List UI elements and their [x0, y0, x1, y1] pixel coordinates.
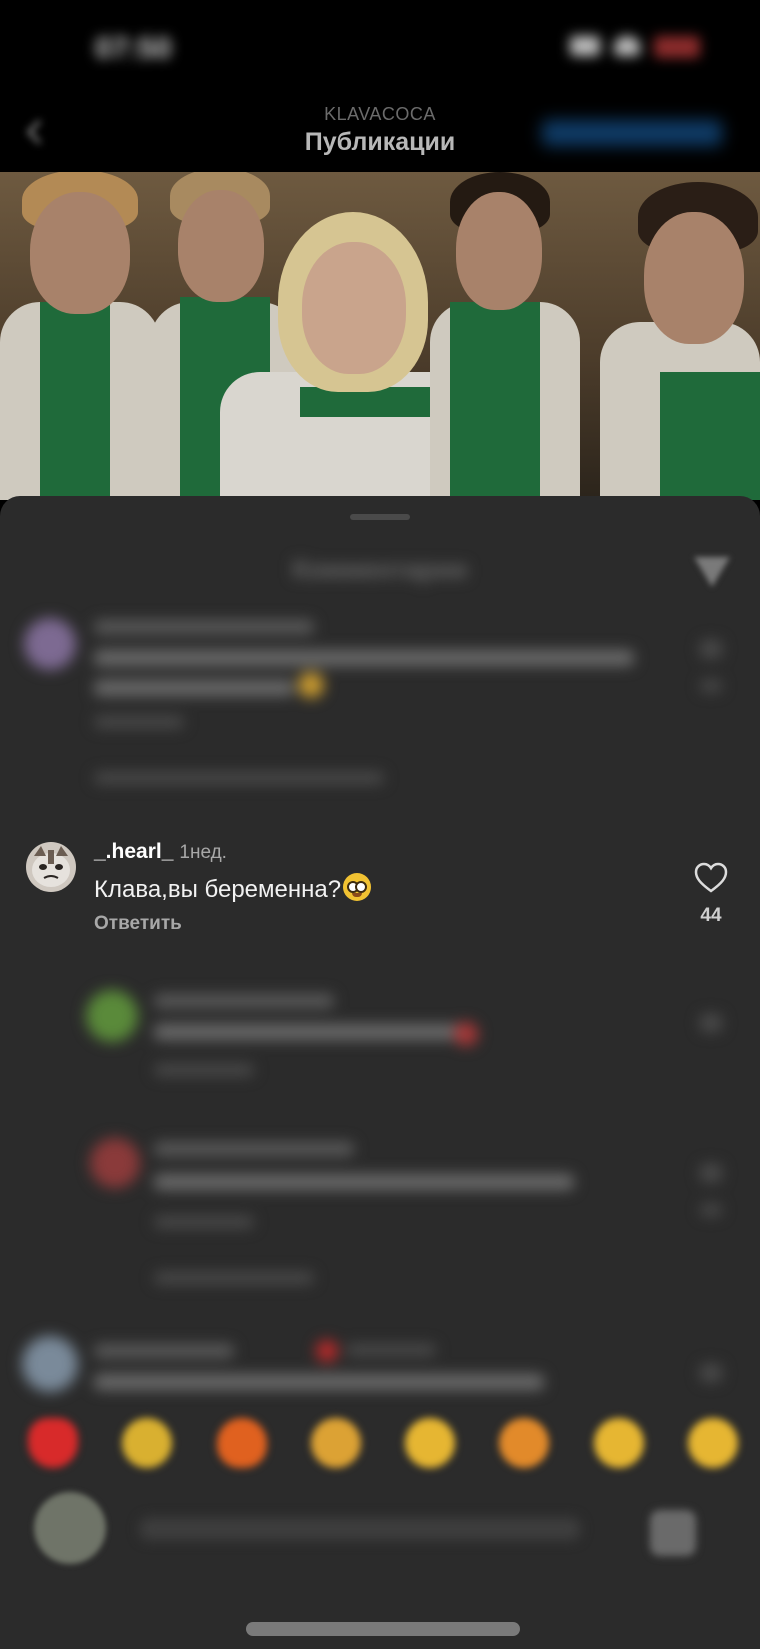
comment-text: Клава,вы беременна? — [94, 876, 342, 903]
comment-text-row: Клава,вы беременна? — [94, 873, 372, 904]
pleading-face-emoji-icon — [343, 873, 372, 901]
clapping-hands-emoji-icon[interactable] — [310, 1418, 361, 1468]
filter-icon[interactable] — [692, 554, 732, 590]
cat-avatar-icon — [26, 842, 76, 892]
status-icons — [570, 36, 700, 58]
battery-icon — [654, 36, 700, 58]
post-photo — [0, 172, 760, 500]
emoji-reaction-bar — [28, 1418, 738, 1474]
status-time: 07:50 — [95, 32, 172, 65]
sheet-title: Комментарии — [292, 554, 468, 584]
comment-username[interactable]: _.hearl_ — [94, 840, 173, 863]
reply-button[interactable]: Ответить — [94, 913, 182, 935]
sheet-grabber[interactable] — [350, 514, 410, 520]
person-figure — [0, 172, 160, 500]
comment-header: _.hearl_ 1нед. — [94, 840, 227, 864]
open-mouth-emoji-icon[interactable] — [593, 1418, 644, 1468]
gif-icon[interactable] — [650, 1510, 696, 1556]
person-figure — [600, 172, 760, 500]
reply-blurred — [0, 980, 760, 1100]
heart-icon[interactable] — [694, 862, 728, 894]
fire-emoji-icon[interactable] — [216, 1418, 267, 1468]
crying-face-emoji-icon[interactable] — [405, 1418, 456, 1468]
reply-blurred — [0, 1130, 760, 1300]
raising-hands-emoji-icon[interactable] — [122, 1418, 173, 1468]
comment-input[interactable] — [140, 1518, 580, 1540]
comment-blurred — [0, 1330, 760, 1410]
current-user-avatar — [34, 1492, 106, 1564]
avatar[interactable] — [26, 842, 76, 892]
comment-blurred — [0, 600, 760, 800]
red-heart-emoji-icon[interactable] — [28, 1418, 78, 1468]
comment-time: 1нед. — [179, 842, 227, 863]
laughing-face-emoji-icon[interactable] — [687, 1418, 738, 1468]
heart-eyes-emoji-icon[interactable] — [499, 1418, 550, 1468]
home-indicator[interactable] — [246, 1622, 520, 1636]
signal-icon — [570, 36, 600, 56]
follow-button[interactable] — [542, 120, 722, 146]
status-bar: 07:50 — [0, 0, 760, 100]
person-figure — [430, 172, 580, 500]
header: KLAVACOCA Публикации — [0, 100, 760, 172]
like-count: 44 — [700, 905, 722, 926]
wifi-icon — [614, 36, 640, 56]
